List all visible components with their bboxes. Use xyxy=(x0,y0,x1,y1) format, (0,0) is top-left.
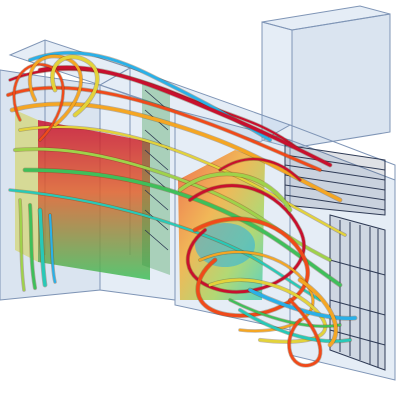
vane-array xyxy=(142,82,170,275)
streamline-diagram xyxy=(0,5,396,381)
tower-front-face xyxy=(291,13,391,149)
coil-lower xyxy=(329,214,386,371)
colored-panel-side xyxy=(15,110,38,262)
colored-panel-face xyxy=(38,120,150,280)
